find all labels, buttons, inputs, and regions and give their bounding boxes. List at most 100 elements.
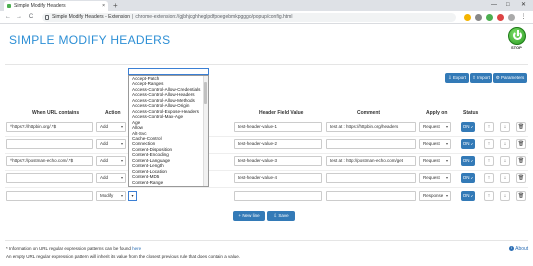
save-label: Save — [278, 213, 289, 218]
scrollbar-thumb[interactable] — [204, 82, 207, 104]
status-on-button[interactable]: ON ✔ — [461, 173, 475, 183]
tab-close-icon[interactable]: × — [102, 1, 105, 11]
apply-on-select[interactable]: Request ▾ — [419, 156, 451, 166]
field-name-search[interactable] — [128, 68, 209, 75]
field-value-input[interactable]: test-header-value-4 — [234, 173, 322, 183]
footer-inherit-note: An empty URL regular expression pattern … — [6, 254, 240, 259]
apply-on-select[interactable]: Request ▾ — [419, 139, 451, 149]
move-down-button[interactable]: ↓ — [500, 122, 510, 132]
browser-tab[interactable]: Simple Modify Headers × — [4, 1, 108, 11]
save-button[interactable]: ⇩ Save — [267, 211, 295, 221]
url-input[interactable] — [6, 191, 93, 201]
omnibox[interactable]: Simple Modify Headers - Extension | chrome… — [42, 13, 456, 22]
menu-kebab-icon[interactable]: ⋮ — [520, 14, 527, 21]
delete-trash-icon[interactable]: 🗑 — [516, 139, 526, 149]
action-select[interactable]: Add ▾ — [96, 173, 126, 183]
move-up-button[interactable]: ↑ — [484, 173, 494, 183]
check-icon: ✔ — [470, 194, 474, 198]
comment-input[interactable]: test at : http://postman-echo.com/get — [326, 156, 416, 166]
extension-favicon-icon — [7, 4, 11, 8]
comment-input[interactable]: test at : https://httpbin.org/headers — [326, 122, 416, 132]
new-tab-button[interactable]: + — [113, 0, 118, 11]
apply-on-select[interactable]: Request ▾ — [419, 173, 451, 183]
field-value-input[interactable]: test-header-value-1 — [234, 122, 322, 132]
action-select[interactable]: Modify ▾ — [96, 191, 126, 201]
action-value: Add — [100, 158, 109, 163]
footer-info: * Information on URL regular expression … — [6, 246, 141, 251]
status-label: ON — [462, 141, 470, 146]
action-select[interactable]: Add ▾ — [96, 122, 126, 132]
field-value-input[interactable]: test-header-value-3 — [234, 156, 322, 166]
chevron-down-icon: ▾ — [445, 175, 448, 180]
apply-on-select[interactable]: Response ▾ — [419, 191, 451, 201]
back-icon[interactable]: ← — [4, 13, 12, 22]
apply-on-value: Request — [423, 124, 440, 129]
move-up-button[interactable]: ↑ — [484, 156, 494, 166]
status-label: ON — [462, 193, 470, 198]
extension-c-icon[interactable] — [497, 14, 504, 21]
url-input[interactable]: ^https?://postman-echo.com/.*$ — [6, 156, 93, 166]
dropdown-scrollbar[interactable] — [203, 76, 208, 186]
header-url: When URL contains — [32, 110, 80, 116]
field-value-input[interactable]: test-header-value-2 — [234, 139, 322, 149]
help-link[interactable]: here — [132, 246, 141, 251]
url-input[interactable] — [6, 139, 93, 149]
header-comment: Comment — [357, 110, 381, 116]
action-select[interactable]: Add ▾ — [96, 156, 126, 166]
new-line-button[interactable]: + New line — [233, 211, 265, 221]
reload-icon[interactable]: C — [27, 13, 35, 22]
page-title: SIMPLE MODIFY HEADERS — [9, 33, 171, 47]
comment-input[interactable] — [326, 191, 416, 201]
header-status: Status — [463, 110, 479, 116]
apply-on-select[interactable]: Request ▾ — [419, 122, 451, 132]
url-input[interactable]: ^https?://httpbin.org/.*$ — [6, 122, 93, 132]
check-icon: ✔ — [470, 159, 474, 163]
status-on-button[interactable]: ON ✔ — [461, 191, 475, 201]
profile-avatar-icon[interactable] — [508, 14, 515, 21]
delete-trash-icon[interactable]: 🗑 — [516, 191, 526, 201]
field-name-select-trigger[interactable]: ▾ — [128, 191, 137, 201]
chevron-down-icon: ▾ — [445, 158, 448, 163]
save-icon: ⇩ — [273, 213, 278, 218]
move-down-button[interactable]: ↓ — [500, 173, 510, 183]
maximize-icon[interactable]: □ — [506, 0, 510, 11]
close-window-icon[interactable]: ✕ — [521, 0, 526, 11]
status-label: ON — [462, 124, 470, 129]
move-up-button[interactable]: ↑ — [484, 191, 494, 201]
status-on-button[interactable]: ON ✔ — [461, 156, 475, 166]
divider — [5, 64, 528, 65]
about-link[interactable]: i About — [509, 246, 528, 252]
move-up-button[interactable]: ↑ — [484, 122, 494, 132]
delete-trash-icon[interactable]: 🗑 — [516, 173, 526, 183]
comment-input[interactable] — [326, 139, 416, 149]
status-on-button[interactable]: ON ✔ — [461, 122, 475, 132]
extension-a-icon[interactable] — [475, 14, 482, 21]
row-separator — [5, 136, 528, 137]
dropdown-option[interactable]: Content-Range — [129, 180, 208, 185]
field-value-input[interactable] — [234, 191, 322, 201]
action-select[interactable]: Add ▾ — [96, 139, 126, 149]
url-input[interactable] — [6, 173, 93, 183]
status-on-button[interactable]: ON ✔ — [461, 139, 475, 149]
comment-input[interactable] — [326, 173, 416, 183]
forward-icon[interactable]: → — [15, 13, 23, 22]
status-label: ON — [462, 175, 470, 180]
move-down-button[interactable]: ↓ — [500, 191, 510, 201]
delete-trash-icon[interactable]: 🗑 — [516, 156, 526, 166]
import-button[interactable]: ⇧ Import — [470, 73, 492, 83]
export-button[interactable]: ⇩ Export — [445, 73, 469, 83]
delete-trash-icon[interactable]: 🗑 — [516, 122, 526, 132]
address-bar: ← → C Simple Modify Headers - Extension |… — [0, 11, 533, 24]
stop-power-button[interactable] — [508, 27, 526, 45]
move-down-button[interactable]: ↓ — [500, 156, 510, 166]
minimize-icon[interactable]: — — [491, 0, 497, 11]
import-icon: ⇧ — [472, 75, 476, 80]
star-icon[interactable] — [464, 14, 471, 21]
move-down-button[interactable]: ↓ — [500, 139, 510, 149]
gear-icon: ⚙ — [495, 75, 500, 80]
field-name-dropdown-list[interactable]: Accept-Patch Accept-Ranges Access-Control-… — [128, 75, 209, 187]
parameters-button[interactable]: ⚙ Parameters — [493, 73, 527, 83]
move-up-button[interactable]: ↑ — [484, 139, 494, 149]
extension-b-icon[interactable] — [486, 14, 493, 21]
import-label: Import — [477, 75, 490, 80]
